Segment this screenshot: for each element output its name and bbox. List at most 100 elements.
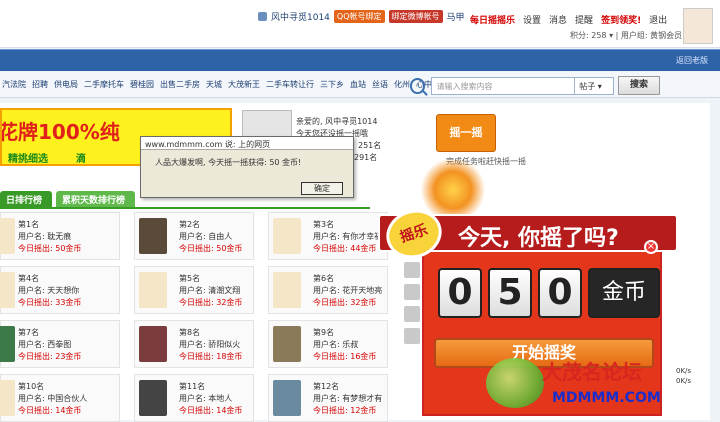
nav-links: 汽法院 招聘 供电局 二手摩托车 碧桂园 出售二手房 天城 大茂新王 二手车转让行 三下乡 血站 丝语… xyxy=(0,79,448,90)
checkin-link[interactable]: 签到领奖! xyxy=(601,13,641,26)
dialog-ok-button[interactable]: 确定 xyxy=(301,182,343,195)
daily-shake-link[interactable]: 每日摇摇乐 xyxy=(470,13,515,26)
rank-card[interactable]: 第10名 用户名: 中国合伙人 今日摇出: 14金币 xyxy=(0,374,120,422)
alert-dialog: www.mdmmm.com 说: 上的网页 人品大爆发啊, 今天摇一摇获得: 5… xyxy=(140,136,354,198)
settings-link[interactable]: 设置 xyxy=(523,13,541,26)
nav-link[interactable]: 二手车转让行 xyxy=(266,79,314,90)
nav-link[interactable]: 二手摩托车 xyxy=(84,79,124,90)
ranking-tabs: 日排行榜 累积天数排行榜 xyxy=(0,191,136,207)
rank-rank: 第1名 xyxy=(18,220,40,229)
rank-card[interactable]: 第8名 用户名: 骄阳似火 今日摇出: 18金币 xyxy=(134,320,254,368)
close-icon[interactable]: × xyxy=(644,240,658,254)
logout-link[interactable]: 退出 xyxy=(649,13,667,26)
rank-today: 今日摇出: 32金币 xyxy=(313,298,377,307)
rank-today: 今日摇出: 44金币 xyxy=(313,244,377,253)
nav-link[interactable]: 血站 xyxy=(350,79,366,90)
rank-avatar[interactable] xyxy=(0,326,15,362)
rank-avatar[interactable] xyxy=(139,380,167,416)
rank-avatar[interactable] xyxy=(273,326,301,362)
rank-avatar[interactable] xyxy=(273,380,301,416)
search-scope-dropdown[interactable]: 帖子 ▾ xyxy=(575,76,614,95)
shake-button[interactable]: 摇一摇 xyxy=(436,114,496,152)
rank-user[interactable]: 用户名: 花开天地亮 xyxy=(313,285,382,297)
tab-cumulative[interactable]: 累积天数排行榜 xyxy=(56,191,136,207)
score-value: 258 xyxy=(591,31,607,40)
upload-speed: 0K/s xyxy=(676,367,692,375)
username-link[interactable]: 风中寻觅1014 xyxy=(271,10,330,23)
tab-daily[interactable]: 日排行榜 xyxy=(0,191,53,207)
rank-card[interactable]: 第9名 用户名: 乐叔 今日摇出: 16金币 xyxy=(268,320,388,368)
nav-link[interactable]: 招聘 xyxy=(32,79,48,90)
tab-divider xyxy=(0,207,370,209)
avatar[interactable] xyxy=(683,8,713,44)
digit: 0 xyxy=(438,268,482,318)
rank-user[interactable]: 用户名: 清潮文翔 xyxy=(179,285,242,297)
nav-link[interactable]: 化州 xyxy=(394,79,410,90)
rank-avatar[interactable] xyxy=(0,272,15,308)
nav-link[interactable]: 大茂新王 xyxy=(228,79,260,90)
top-bar: 风中寻觅1014 QQ帐号绑定 绑定微博帐号 马甲 每日摇摇乐 设置 消息 提醒… xyxy=(0,0,720,48)
rank-card[interactable]: 第2名 用户名: 自由人 今日摇出: 50金币 xyxy=(134,212,254,260)
rank-today: 今日摇出: 50金币 xyxy=(18,244,82,253)
nav-link[interactable]: 供电局 xyxy=(54,79,78,90)
rank-user[interactable]: 用户名: 天天想你 xyxy=(18,285,81,297)
rank-user[interactable]: 用户名: 有梦想才有 xyxy=(313,393,382,405)
rank-card[interactable]: 第4名 用户名: 天天想你 今日摇出: 33金币 xyxy=(0,266,120,314)
rank-card[interactable]: 第5名 用户名: 清潮文翔 今日摇出: 32金币 xyxy=(134,266,254,314)
score-line: 积分: 258 ▾ | 用户组: 黄钢会员 xyxy=(570,31,683,40)
nav-link[interactable]: 碧桂园 xyxy=(130,79,154,90)
rank-avatar[interactable] xyxy=(273,272,301,308)
ranking-grid: 第1名 用户名: 耽无痕 今日摇出: 50金币 第2名 用户名: 自由人 今日摇出: 50… xyxy=(0,212,388,422)
rank-today: 今日摇出: 33金币 xyxy=(18,298,82,307)
nav-link[interactable]: 天城 xyxy=(206,79,222,90)
score-label: 积分 xyxy=(570,31,586,40)
dialog-title: www.mdmmm.com 说: 上的网页 xyxy=(141,137,353,150)
rank-user[interactable]: 用户名: 耽无痕 xyxy=(18,231,81,243)
rank-today: 今日摇出: 14金币 xyxy=(179,406,243,415)
group-value: 黄钢会员 xyxy=(650,31,683,40)
rank-avatar[interactable] xyxy=(139,272,167,308)
rank-rank: 第3名 xyxy=(313,220,335,229)
reminders-link[interactable]: 提醒 xyxy=(575,13,593,26)
back-to-old-link[interactable]: 返回老版 xyxy=(676,55,708,66)
nav-link[interactable]: 出售二手房 xyxy=(160,79,200,90)
rank-card[interactable]: 第3名用户名: 有你才幸福 今日摇出: 44金币 xyxy=(268,212,388,260)
rank-avatar[interactable] xyxy=(139,326,167,362)
search-button[interactable]: 搜索 xyxy=(617,76,661,95)
search-input[interactable]: 请输入搜索内容 xyxy=(431,76,576,95)
rank-avatar[interactable] xyxy=(139,218,167,254)
rank-today: 今日摇出: 23金币 xyxy=(18,352,82,361)
rank-card[interactable]: 第12名 用户名: 有梦想才有 今日摇出: 12金币 xyxy=(268,374,388,422)
rank-avatar[interactable] xyxy=(273,218,301,254)
alias-dropdown[interactable]: 马甲 xyxy=(447,10,465,23)
nav-link[interactable]: 丝语 xyxy=(372,79,388,90)
search-bar: 请输入搜索内容 帖子 ▾ 搜索 xyxy=(410,76,661,95)
nav-link[interactable]: 汽法院 xyxy=(2,79,26,90)
group-label: 用户组 xyxy=(620,31,645,40)
rank-user[interactable]: 用户名: 西拳图 xyxy=(18,339,81,351)
rank-user[interactable]: 用户名: 中国合伙人 xyxy=(18,393,87,405)
rank-avatar[interactable] xyxy=(0,380,15,416)
rank-user[interactable]: 用户名: 有你才幸福 xyxy=(313,231,382,243)
rank-avatar[interactable] xyxy=(0,218,15,254)
dialog-message: 人品大爆发啊, 今天摇一摇获得: 50 金币! xyxy=(155,158,302,167)
rank-today: 今日摇出: 12金币 xyxy=(313,406,377,415)
messages-link[interactable]: 消息 xyxy=(549,13,567,26)
rank-card[interactable]: 第6名 用户名: 花开天地亮 今日摇出: 32金币 xyxy=(268,266,388,314)
rank-user[interactable]: 用户名: 乐叔 xyxy=(313,339,376,351)
nav-link[interactable]: 三下乡 xyxy=(320,79,344,90)
rank-rank: 第8名 xyxy=(179,328,201,337)
rank-user[interactable]: 用户名: 骄阳似火 xyxy=(179,339,242,351)
watermark-url: MDMMM.COM xyxy=(552,390,661,406)
rank-rank: 第9名 xyxy=(313,328,335,337)
qq-bind-button[interactable]: QQ帐号绑定 xyxy=(333,10,385,23)
rank-card[interactable]: 第11名 用户名: 本地人 今日摇出: 14金币 xyxy=(134,374,254,422)
search-icon xyxy=(410,77,426,94)
blue-header-bar: 返回老版 xyxy=(0,49,720,71)
rank-user[interactable]: 用户名: 自由人 xyxy=(179,231,242,243)
download-speed: 0K/s xyxy=(676,377,692,385)
rank-user[interactable]: 用户名: 本地人 xyxy=(179,393,242,405)
rank-card[interactable]: 第1名用户名: 耽无痕 今日摇出: 50金币 xyxy=(0,212,120,260)
weibo-bind-button[interactable]: 绑定微博帐号 xyxy=(388,10,443,23)
rank-card[interactable]: 第7名 用户名: 西拳图 今日摇出: 23金币 xyxy=(0,320,120,368)
